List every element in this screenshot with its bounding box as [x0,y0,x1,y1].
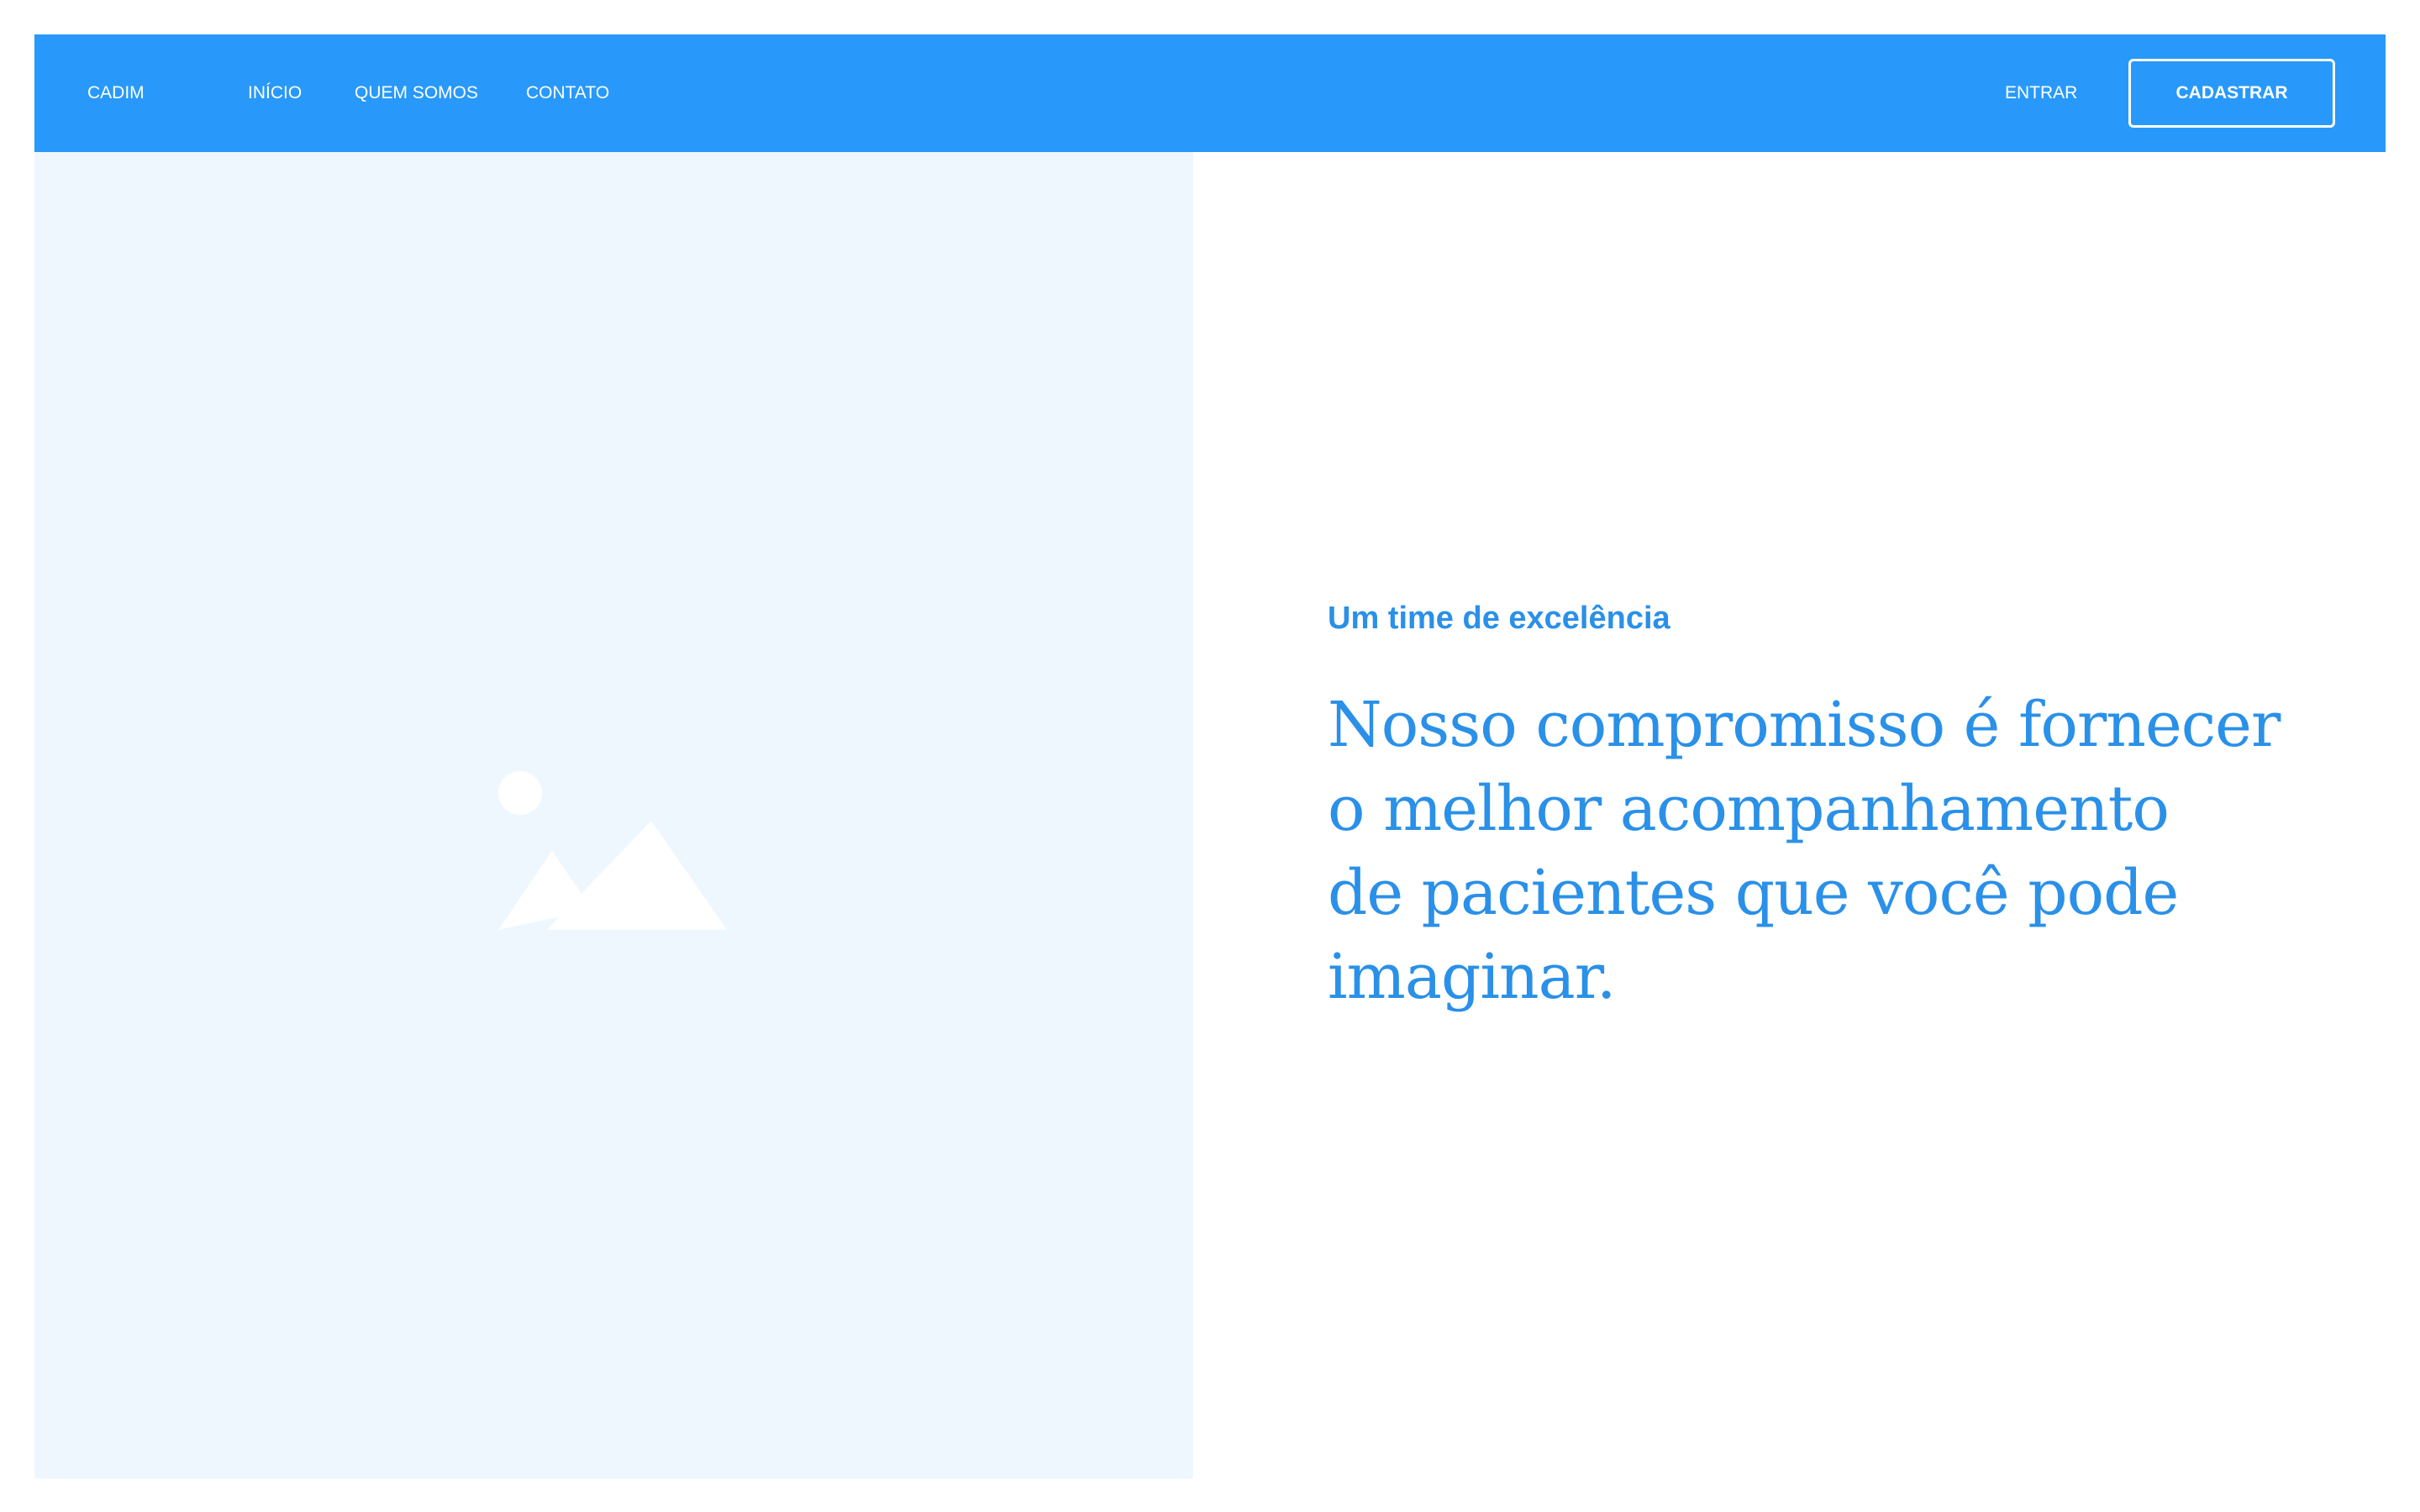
headline-line: o melhor acompanhamento [1328,773,2170,845]
hero-eyebrow: Um time de excelência [1328,601,1670,636]
navbar: CADIM INÍCIO QUEM SOMOS CONTATO ENTRAR C… [34,34,2386,152]
headline-line: Nosso compromisso é fornecer [1328,689,2281,761]
image-placeholder-icon [498,771,727,930]
hero-content: Um time de excelência Nosso compromisso … [1328,597,2336,1019]
signup-button[interactable]: CADASTRAR [2128,59,2335,128]
nav-link-contato[interactable]: CONTATO [526,34,609,152]
login-link[interactable]: ENTRAR [2005,34,2077,152]
brand-logo[interactable]: CADIM [87,34,145,152]
hero-image [34,152,1193,1478]
nav-link-inicio[interactable]: INÍCIO [248,34,302,152]
nav-link-quem-somos[interactable]: QUEM SOMOS [355,34,478,152]
headline-line: de pacientes que você pode [1328,857,2179,929]
page: CADIM INÍCIO QUEM SOMOS CONTATO ENTRAR C… [34,34,2386,1478]
headline-line: imaginar. [1328,941,1617,1013]
hero-headline: Nosso compromisso é fornecer o melhor ac… [1328,683,2336,1019]
